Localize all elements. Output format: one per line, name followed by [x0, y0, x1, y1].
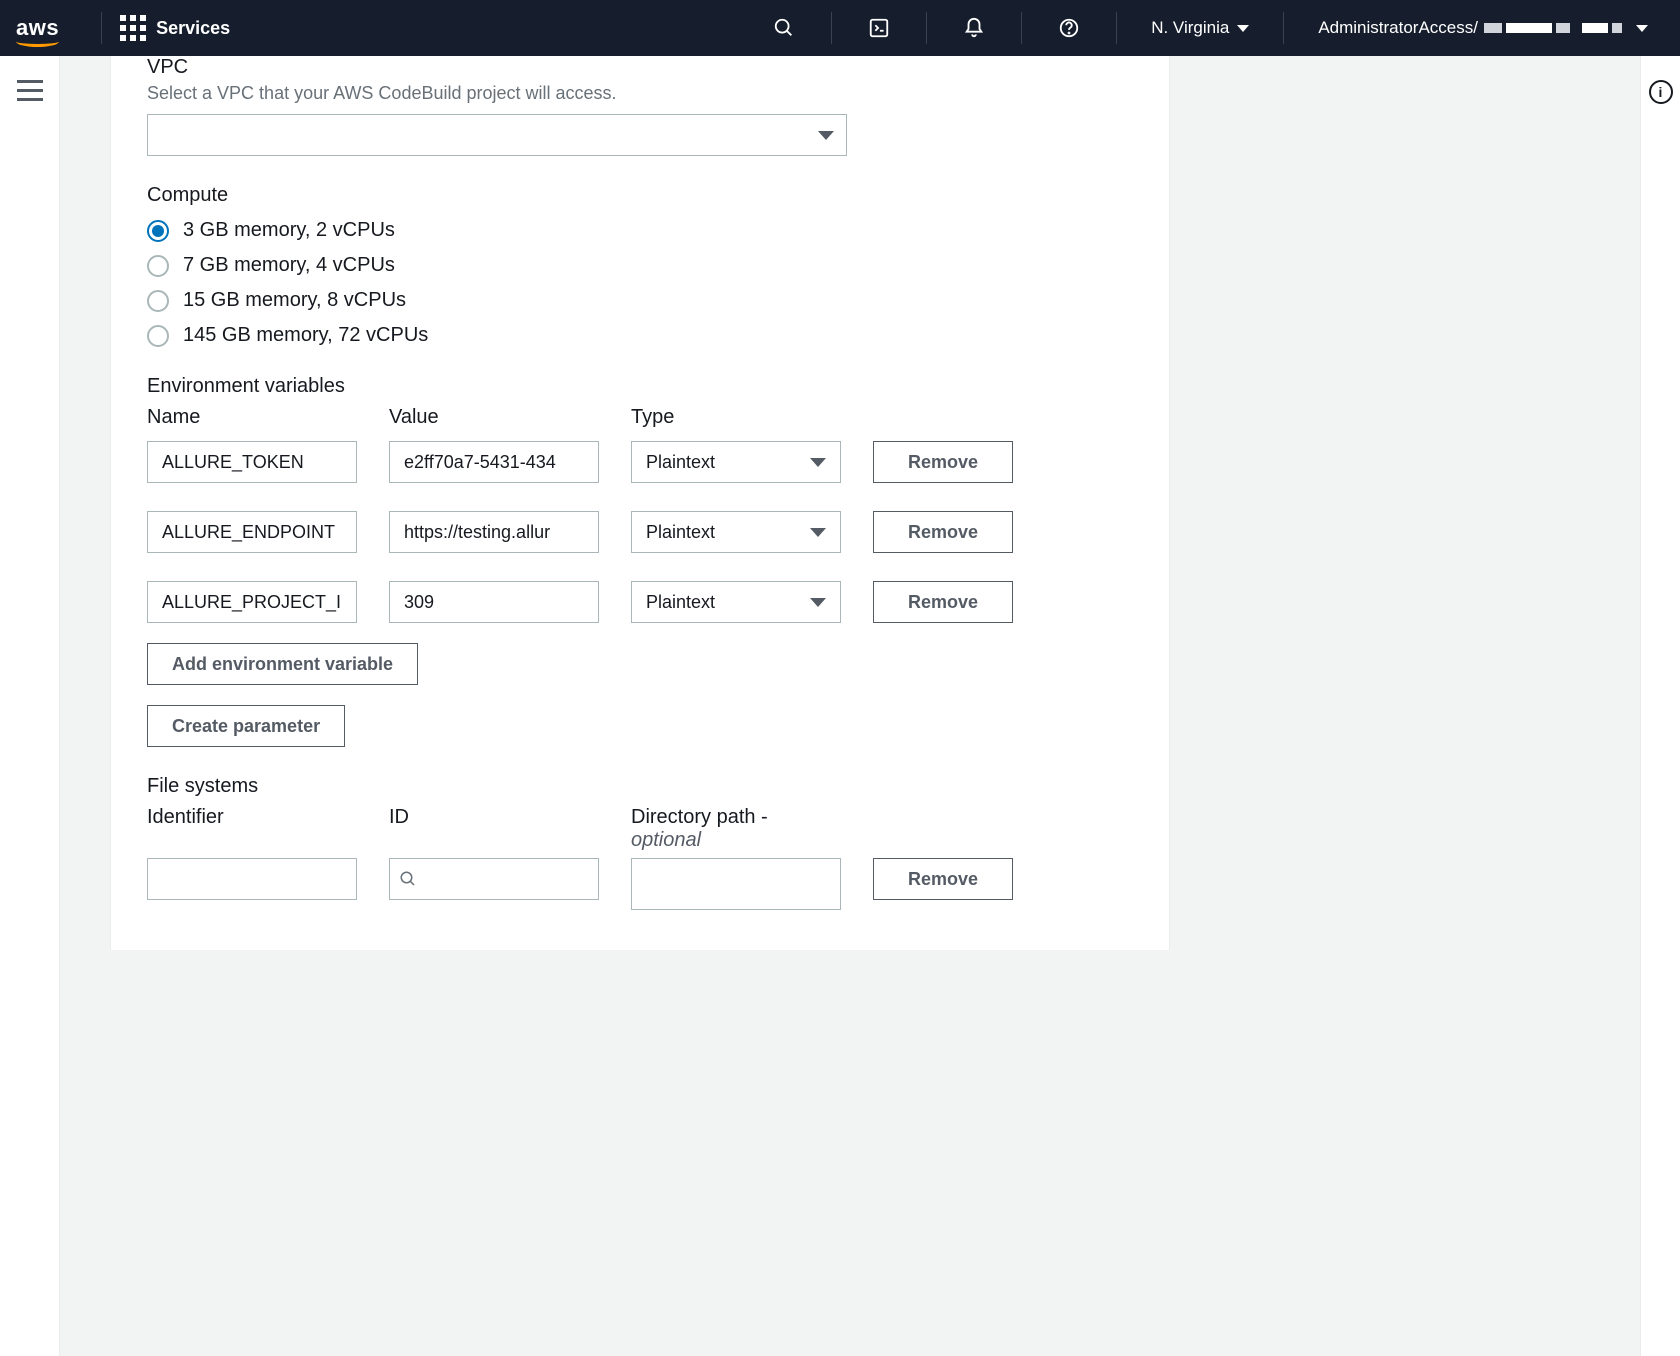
radio-checked-icon	[147, 220, 169, 242]
vpc-helper: Select a VPC that your AWS CodeBuild pro…	[147, 83, 1133, 104]
account-id-redacted	[1484, 23, 1570, 33]
envvar-name-input[interactable]	[147, 511, 357, 553]
cloudshell-icon[interactable]	[850, 17, 908, 39]
radio-icon	[147, 255, 169, 277]
envvar-type-value: Plaintext	[646, 452, 715, 473]
envvars-section: Environment variables Name Value Type Pl…	[147, 375, 1133, 747]
envvar-type-value: Plaintext	[646, 592, 715, 613]
account-menu[interactable]: AdministratorAccess/	[1302, 18, 1664, 38]
fs-row: Remove	[147, 858, 1133, 910]
vpc-title: VPC	[147, 56, 1133, 79]
fs-header-id: ID	[389, 806, 599, 829]
envvar-row: Plaintext Remove	[147, 581, 1133, 623]
envvar-remove-button[interactable]: Remove	[873, 511, 1013, 553]
search-icon	[399, 870, 417, 888]
main-content: VPC Select a VPC that your AWS CodeBuild…	[60, 56, 1640, 1356]
caret-down-icon	[1237, 25, 1249, 32]
compute-title: Compute	[147, 184, 1133, 207]
services-grid-icon	[120, 15, 146, 41]
account-label: AdministratorAccess/	[1318, 18, 1478, 38]
filesystems-section: File systems Identifier ID Directory pat…	[147, 775, 1133, 910]
divider	[1283, 12, 1284, 44]
envvar-header-name: Name	[147, 406, 357, 429]
divider	[926, 12, 927, 44]
compute-option-label: 3 GB memory, 2 vCPUs	[183, 219, 395, 242]
envvar-header-type: Type	[631, 406, 841, 429]
envvar-header-value: Value	[389, 406, 599, 429]
envvar-row: Plaintext Remove	[147, 511, 1133, 553]
chevron-down-icon	[810, 598, 826, 607]
region-selector[interactable]: N. Virginia	[1135, 18, 1265, 38]
envvar-row: Plaintext Remove	[147, 441, 1133, 483]
compute-option-1[interactable]: 7 GB memory, 4 vCPUs	[147, 254, 1133, 277]
envvar-type-select[interactable]: Plaintext	[631, 441, 841, 483]
search-icon[interactable]	[755, 17, 813, 39]
hamburger-icon[interactable]	[17, 80, 43, 101]
envvar-type-select[interactable]: Plaintext	[631, 581, 841, 623]
compute-option-0[interactable]: 3 GB memory, 2 vCPUs	[147, 219, 1133, 242]
vpc-select[interactable]	[147, 114, 847, 156]
fs-header-identifier: Identifier	[147, 806, 357, 829]
envvar-type-value: Plaintext	[646, 522, 715, 543]
services-label: Services	[156, 18, 230, 39]
fs-dir-input[interactable]	[631, 858, 841, 910]
radio-icon	[147, 290, 169, 312]
fs-identifier-input[interactable]	[147, 858, 357, 900]
divider	[831, 12, 832, 44]
compute-option-3[interactable]: 145 GB memory, 72 vCPUs	[147, 324, 1133, 347]
fs-header-dir: Directory path - optional	[631, 806, 841, 852]
caret-down-icon	[1636, 25, 1648, 32]
envvar-remove-button[interactable]: Remove	[873, 581, 1013, 623]
region-label: N. Virginia	[1151, 18, 1229, 38]
info-icon[interactable]: i	[1649, 80, 1673, 104]
compute-option-label: 15 GB memory, 8 vCPUs	[183, 289, 406, 312]
fs-remove-button[interactable]: Remove	[873, 858, 1013, 900]
envvar-name-input[interactable]	[147, 441, 357, 483]
top-nav: aws Services N. Virginia A	[0, 0, 1680, 56]
radio-icon	[147, 325, 169, 347]
divider	[1116, 12, 1117, 44]
right-rail: i	[1640, 56, 1680, 1356]
divider	[1021, 12, 1022, 44]
account-id-redacted-2	[1582, 23, 1622, 33]
aws-logo[interactable]: aws	[16, 15, 59, 41]
envvar-remove-button[interactable]: Remove	[873, 441, 1013, 483]
left-rail	[0, 56, 60, 1356]
compute-section: Compute 3 GB memory, 2 vCPUs 7 GB memory…	[147, 184, 1133, 347]
services-menu[interactable]: Services	[120, 15, 230, 41]
envvar-type-select[interactable]: Plaintext	[631, 511, 841, 553]
envvar-value-input[interactable]	[389, 581, 599, 623]
fs-id-search[interactable]	[389, 858, 599, 900]
envvar-value-input[interactable]	[389, 441, 599, 483]
chevron-down-icon	[810, 458, 826, 467]
divider	[101, 12, 102, 44]
chevron-down-icon	[818, 131, 834, 140]
compute-option-label: 145 GB memory, 72 vCPUs	[183, 324, 428, 347]
compute-option-label: 7 GB memory, 4 vCPUs	[183, 254, 395, 277]
envvars-title: Environment variables	[147, 375, 1133, 398]
fs-id-input[interactable]	[389, 858, 599, 900]
chevron-down-icon	[810, 528, 826, 537]
notifications-icon[interactable]	[945, 17, 1003, 39]
envvar-value-input[interactable]	[389, 511, 599, 553]
envvar-name-input[interactable]	[147, 581, 357, 623]
filesystems-title: File systems	[147, 775, 1133, 798]
add-envvar-button[interactable]: Add environment variable	[147, 643, 418, 685]
help-icon[interactable]	[1040, 17, 1098, 39]
vpc-section: VPC Select a VPC that your AWS CodeBuild…	[147, 56, 1133, 156]
compute-option-2[interactable]: 15 GB memory, 8 vCPUs	[147, 289, 1133, 312]
create-parameter-button[interactable]: Create parameter	[147, 705, 345, 747]
